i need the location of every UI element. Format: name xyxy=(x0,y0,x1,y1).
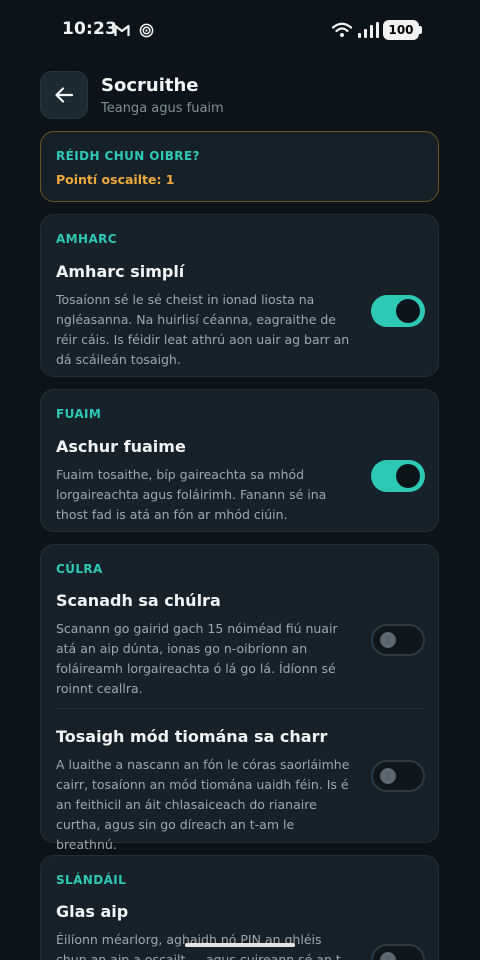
toggle-knob xyxy=(380,768,396,784)
setting-description: A luaithe a nascann an fón le córas saor… xyxy=(56,757,350,852)
setting-title: Aschur fuaime xyxy=(56,437,186,456)
setting-simple-view: Amharc simplí Tosaíonn sé le sé cheist i… xyxy=(56,262,426,370)
section-card-sound: FUAIM Aschur fuaime Fuaim tosaithe, bíp … xyxy=(40,389,439,532)
section-label: AMHARC xyxy=(56,232,118,246)
setting-audio-output: Aschur fuaime Fuaim tosaithe, bíp gairea… xyxy=(56,437,426,525)
page-title: Socruithe xyxy=(101,75,199,96)
open-points-label: Pointí oscailte: 1 xyxy=(56,172,175,187)
setting-description: Fuaim tosaithe, bíp gaireachta sa mhód l… xyxy=(56,467,327,522)
setting-background-scan: Scanadh sa chúlra Scanann go gairid gach… xyxy=(56,591,426,699)
audio-output-toggle[interactable] xyxy=(371,460,425,492)
setting-description: Tosaíonn sé le sé cheist in ionad liosta… xyxy=(56,292,350,367)
section-card-background: CÚLRA Scanadh sa chúlra Scanann go gairi… xyxy=(40,544,439,852)
setting-title: Tosaigh mód tiomána sa charr xyxy=(56,727,328,746)
section-label: FUAIM xyxy=(56,407,102,421)
toggle-knob xyxy=(396,464,420,488)
ready-card[interactable]: RÉIDH CHUN OIBRE? Pointí oscailte: 1 xyxy=(40,131,439,202)
back-button[interactable] xyxy=(40,71,88,119)
setting-title: Glas aip xyxy=(56,902,129,921)
toggle-knob xyxy=(396,299,420,323)
setting-car-driving-mode: Tosaigh mód tiomána sa charr A luaithe a… xyxy=(56,727,426,855)
battery-icon: 100 xyxy=(383,20,419,40)
toggle-knob xyxy=(380,952,396,960)
home-indicator[interactable] xyxy=(185,943,295,947)
section-card-view: AMHARC Amharc simplí Tosaíonn sé le sé c… xyxy=(40,214,439,377)
setting-description: Scanann go gairid gach 15 nóiméad fiú nu… xyxy=(56,621,338,696)
status-time: 10:23 xyxy=(62,19,118,39)
setting-title: Scanadh sa chúlra xyxy=(56,591,221,610)
gmail-icon xyxy=(114,24,130,36)
sync-icon xyxy=(139,23,154,38)
car-driving-mode-toggle[interactable] xyxy=(371,760,425,792)
page-subtitle: Teanga agus fuaim xyxy=(101,101,224,116)
simple-view-toggle[interactable] xyxy=(371,295,425,327)
section-label: CÚLRA xyxy=(56,562,103,576)
background-scan-toggle[interactable] xyxy=(371,624,425,656)
arrow-left-icon xyxy=(55,87,73,103)
signal-icon xyxy=(358,22,379,38)
ready-card-title: RÉIDH CHUN OIBRE? xyxy=(56,149,200,163)
section-label: SLÁNDÁIL xyxy=(56,873,127,887)
battery-tip xyxy=(419,26,422,34)
wifi-icon xyxy=(332,22,352,37)
status-bar: 10:23 100 xyxy=(0,0,480,60)
toggle-knob xyxy=(380,632,396,648)
battery-level: 100 xyxy=(388,23,414,37)
app-lock-toggle[interactable] xyxy=(371,944,425,960)
settings-screen: 10:23 100 Socruithe Teanga agus fuaim RÉ… xyxy=(0,0,480,960)
setting-title: Amharc simplí xyxy=(56,262,185,281)
divider xyxy=(56,708,424,709)
setting-app-lock: Glas aip Éilíonn méarlorg, aghaidh nó PI… xyxy=(56,902,426,960)
